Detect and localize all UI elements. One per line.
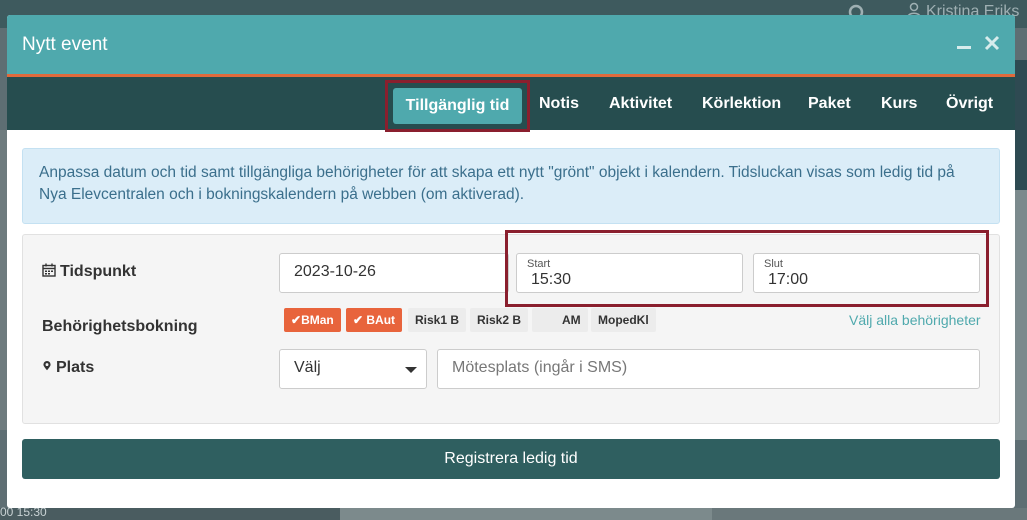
meeting-place-placeholder: Mötesplats (ingår i SMS) bbox=[452, 359, 628, 376]
tab-korlektion[interactable]: Körlektion bbox=[702, 77, 781, 130]
badge-risk1b[interactable]: Risk1 B bbox=[408, 308, 467, 332]
map-marker-icon bbox=[43, 361, 51, 371]
date-input[interactable]: 2023-10-26 bbox=[279, 253, 509, 293]
plats-select[interactable]: Välj bbox=[279, 349, 427, 389]
tab-label: Tillgänglig tid bbox=[393, 88, 522, 124]
badge-risk2b[interactable]: Risk2 B bbox=[470, 308, 529, 332]
new-event-modal: Nytt event Tillgänglig tid Notis Aktivit… bbox=[7, 15, 1015, 508]
tab-notis[interactable]: Notis bbox=[539, 77, 579, 130]
register-free-time-button[interactable]: Registrera ledig tid bbox=[22, 439, 1000, 479]
meeting-place-input[interactable]: Mötesplats (ingår i SMS) bbox=[437, 349, 980, 389]
badge-mopedkl[interactable]: MopedKl bbox=[591, 308, 656, 332]
check-icon: ✔ bbox=[353, 313, 367, 327]
tab-ovrigt[interactable]: Övrigt bbox=[946, 77, 993, 130]
badge-label: BAut bbox=[366, 313, 396, 327]
plats-label: Plats bbox=[42, 359, 94, 377]
background-card bbox=[712, 508, 1027, 520]
tidspunkt-label-text: Tidspunkt bbox=[60, 263, 137, 280]
close-icon[interactable] bbox=[983, 34, 1001, 52]
badge-bman[interactable]: ✔BMan bbox=[284, 308, 341, 332]
background-card bbox=[340, 508, 712, 520]
tab-aktivitet[interactable]: Aktivitet bbox=[609, 77, 672, 130]
tab-tillganglig-tid[interactable]: Tillgänglig tid bbox=[385, 80, 530, 132]
tidspunkt-label: Tidspunkt bbox=[42, 263, 136, 281]
plats-label-text: Plats bbox=[56, 359, 95, 376]
time-highlight-frame bbox=[505, 230, 989, 307]
minimize-icon[interactable] bbox=[955, 34, 973, 52]
tab-kurs[interactable]: Kurs bbox=[881, 77, 917, 130]
chevron-down-icon bbox=[405, 367, 417, 373]
background-panel bbox=[1015, 190, 1027, 440]
modal-title: Nytt event bbox=[22, 34, 108, 55]
badge-am[interactable]: AM bbox=[532, 308, 588, 332]
background-panel bbox=[1015, 60, 1027, 190]
badge-label: BMan bbox=[301, 313, 334, 327]
event-type-tabs: Tillgänglig tid Notis Aktivitet Körlekti… bbox=[7, 77, 1015, 132]
modal-header: Nytt event bbox=[7, 15, 1015, 77]
plats-select-value: Välj bbox=[294, 359, 321, 376]
date-value: 2023-10-26 bbox=[294, 263, 376, 280]
badge-baut[interactable]: ✔ BAut bbox=[346, 308, 403, 332]
behorighet-label: Behörighetsbokning bbox=[42, 318, 198, 335]
calendar-icon bbox=[42, 263, 56, 277]
tab-paket[interactable]: Paket bbox=[808, 77, 851, 130]
info-alert: Anpassa datum och tid samt tillgängliga … bbox=[22, 148, 1000, 224]
check-icon: ✔ bbox=[291, 313, 302, 327]
select-all-link[interactable]: Välj alla behörigheter bbox=[849, 312, 981, 328]
